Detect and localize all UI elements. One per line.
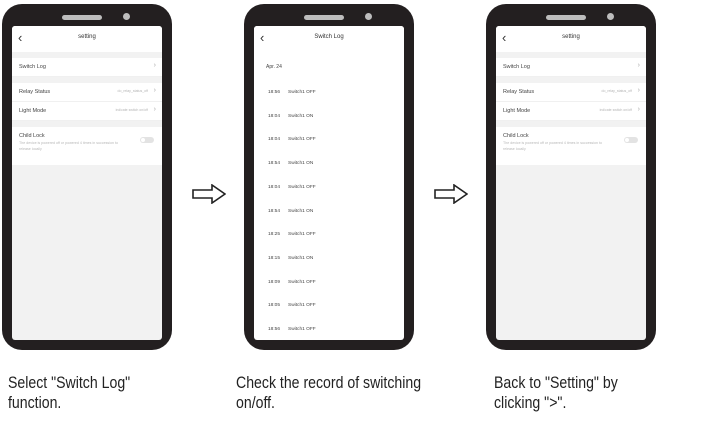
caption-1: Select "Switch Log" function. [8, 373, 207, 413]
chevron-right-icon: › [637, 87, 640, 94]
log-event: Switch1 OFF [288, 184, 316, 190]
log-time: 18:15 [268, 255, 281, 261]
chevron-right-icon: › [637, 106, 640, 113]
log-entry: 18:05 Switch1 OFF [268, 303, 316, 308]
log-entry: 18:54 Switch1 ON [268, 161, 313, 166]
row-value: indicate switch on/off [115, 108, 148, 112]
relay-status-row[interactable]: Relay Status do_relay_status_off › [496, 83, 646, 102]
caption-line: function. [8, 393, 62, 412]
caption-3: Back to "Setting" by clicking ">". [494, 373, 693, 413]
row-value: do_relay_status_off [601, 89, 633, 93]
chevron-right-icon: › [637, 62, 640, 69]
child-lock-label: Child Lock [19, 133, 45, 139]
log-event: Switch1 OFF [288, 232, 316, 238]
log-event: Switch1 OFF [288, 90, 316, 95]
switch-log-card: Switch Log › [12, 58, 162, 77]
child-lock-description: The device is powered off or powered 4 t… [19, 141, 119, 151]
log-event: Switch1 OFF [288, 327, 316, 332]
log-time: 18:04 [268, 137, 281, 143]
screen-title: Switch Log [314, 34, 344, 40]
log-event: Switch1 OFF [288, 279, 316, 285]
log-time: 18:09 [268, 279, 281, 285]
log-time: 18:05 [268, 303, 281, 309]
log-time: 18:04 [268, 113, 281, 119]
phone-1: ‹ setting Switch Log › Relay Status do_r… [2, 4, 172, 350]
log-time: 18:04 [268, 184, 281, 190]
speaker-bar [62, 15, 102, 20]
child-lock-description: The device is powered off or powered 4 t… [503, 141, 603, 151]
caption-line: on/off. [236, 393, 275, 412]
child-lock-row: Child Lock The device is powered off or … [12, 127, 162, 165]
row-label: Light Mode [19, 108, 47, 114]
log-entry: 18:04 Switch1 ON [268, 114, 313, 119]
chevron-right-icon: › [153, 62, 156, 69]
caption-line: clicking ">". [494, 393, 567, 412]
camera-dot [365, 13, 372, 20]
log-date: Apr. 24 [266, 64, 282, 70]
top-bar: ‹ setting [496, 26, 646, 52]
top-bar: ‹ Switch Log [254, 26, 404, 52]
row-label: Switch Log [19, 64, 46, 70]
camera-dot [607, 13, 614, 20]
caption-line: Back to "Setting" by [494, 373, 618, 392]
caption-line: Select "Switch Log" [8, 373, 131, 392]
log-time: 18:56 [268, 90, 281, 95]
status-card: Relay Status do_relay_status_off › Light… [496, 83, 646, 121]
log-entry: 18:09 Switch1 OFF [268, 280, 316, 285]
log-time: 18:56 [268, 327, 281, 332]
log-event: Switch1 OFF [288, 137, 316, 143]
speaker-bar [304, 15, 344, 20]
row-value: do_relay_status_off [117, 89, 149, 93]
log-time: 18:54 [268, 161, 281, 167]
switch-log-row[interactable]: Switch Log › [496, 58, 646, 77]
switch-log-card: Switch Log › [496, 58, 646, 77]
log-event: Switch1 ON [288, 255, 314, 261]
light-mode-row[interactable]: Light Mode indicate switch on/off › [496, 102, 646, 121]
log-entry: 18:56 Switch1 OFF [268, 327, 316, 332]
row-label: Relay Status [503, 89, 535, 95]
row-label: Light Mode [503, 108, 531, 114]
phone-2: ‹ Switch Log Apr. 24 18:56 Switch1 OFF 18:… [244, 4, 414, 350]
switch-log-screen: ‹ Switch Log Apr. 24 18:56 Switch1 OFF 18:… [254, 26, 404, 340]
switch-log-row[interactable]: Switch Log › [12, 58, 162, 77]
child-lock-row: Child Lock The device is powered off or … [496, 127, 646, 165]
log-entry: 18:25 Switch1 OFF [268, 232, 316, 237]
chevron-right-icon: › [153, 87, 156, 94]
log-entry: 18:54 Switch1 ON [268, 209, 313, 214]
log-entry: 18:56 Switch1 OFF [268, 90, 316, 95]
log-event: Switch1 ON [288, 161, 314, 167]
settings-screen: ‹ setting Switch Log › Relay Status do_r… [12, 26, 162, 340]
log-entry: 18:04 Switch1 OFF [268, 185, 316, 190]
row-value: indicate switch on/off [599, 108, 632, 112]
relay-status-row[interactable]: Relay Status do_relay_status_off › [12, 83, 162, 102]
log-entry: 18:15 Switch1 ON [268, 256, 313, 261]
screen-title: setting [562, 34, 580, 40]
screen-title: setting [78, 34, 96, 40]
chevron-right-icon: › [153, 106, 156, 113]
status-card: Relay Status do_relay_status_off › Light… [12, 83, 162, 121]
light-mode-row[interactable]: Light Mode indicate switch on/off › [12, 102, 162, 121]
speaker-bar [546, 15, 586, 20]
child-lock-label: Child Lock [503, 133, 529, 139]
caption-line: Check the record of switching [236, 373, 422, 392]
right-arrow-icon [192, 184, 226, 204]
log-event: Switch1 ON [288, 113, 314, 119]
child-lock-toggle[interactable] [624, 137, 638, 143]
row-label: Relay Status [19, 89, 51, 95]
child-lock-toggle[interactable] [140, 137, 154, 143]
camera-dot [123, 13, 130, 20]
settings-screen: ‹ setting Switch Log › Relay Status do_r… [496, 26, 646, 340]
log-event: Switch1 OFF [288, 303, 316, 309]
row-label: Switch Log [503, 64, 530, 70]
phone-3: ‹ setting Switch Log › Relay Status do_r… [486, 4, 656, 350]
log-entry: 18:04 Switch1 OFF [268, 137, 316, 142]
log-time: 18:25 [268, 232, 281, 238]
caption-2: Check the record of switching on/off. [236, 373, 477, 413]
log-time: 18:54 [268, 208, 281, 214]
top-bar: ‹ setting [12, 26, 162, 52]
right-arrow-icon [434, 184, 468, 204]
log-event: Switch1 ON [288, 208, 314, 214]
